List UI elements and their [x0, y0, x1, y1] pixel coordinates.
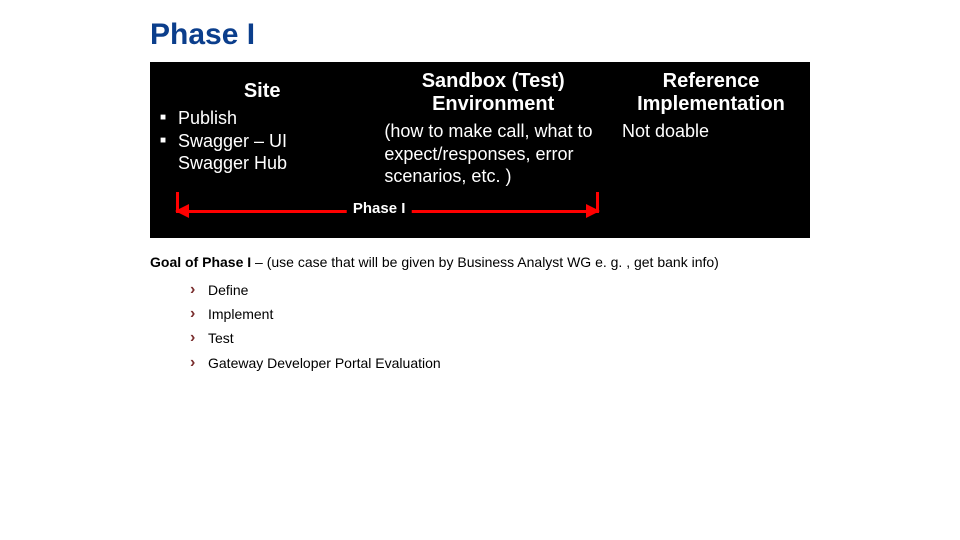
col-sandbox-header: Sandbox (Test) Environment [384, 70, 602, 116]
goal-section: Goal of Phase I – (use case that will be… [150, 252, 810, 375]
site-list: Publish Swagger – UI [160, 107, 364, 152]
goal-text: – (use case that will be given by Busine… [251, 254, 719, 270]
phase-bracket-label: Phase I [347, 200, 412, 217]
col-site: Site Publish Swagger – UI Swagger Hub [150, 70, 374, 188]
table-columns: Site Publish Swagger – UI Swagger Hub Sa… [150, 70, 810, 188]
goal-item: Define [190, 278, 810, 302]
goal-item: Gateway Developer Portal Evaluation [190, 351, 810, 375]
phase-bracket: Phase I [176, 192, 598, 232]
slide: Phase I Site Publish Swagger – UI Swagge… [0, 0, 960, 375]
col-site-header: Site [160, 70, 364, 103]
arrow-right-icon [586, 204, 600, 218]
arrow-left-icon [175, 204, 189, 218]
col-reference-header: Reference Implementation [622, 70, 800, 116]
phase-table-panel: Site Publish Swagger – UI Swagger Hub Sa… [150, 62, 810, 238]
goal-item: Test [190, 326, 810, 350]
goal-list: Define Implement Test Gateway Developer … [190, 278, 810, 375]
col-reference: Reference Implementation Not doable [612, 70, 810, 188]
col-site-body: Publish Swagger – UI Swagger Hub [160, 107, 364, 175]
site-indent: Swagger Hub [160, 152, 364, 175]
slide-title: Phase I [150, 18, 810, 52]
col-reference-body: Not doable [622, 120, 800, 143]
site-item: Publish [160, 107, 364, 130]
goal-item: Implement [190, 302, 810, 326]
col-sandbox: Sandbox (Test) Environment (how to make … [374, 70, 612, 188]
site-item: Swagger – UI [160, 130, 364, 153]
col-sandbox-body: (how to make call, what to expect/respon… [384, 120, 602, 188]
goal-lead: Goal of Phase I [150, 254, 251, 270]
